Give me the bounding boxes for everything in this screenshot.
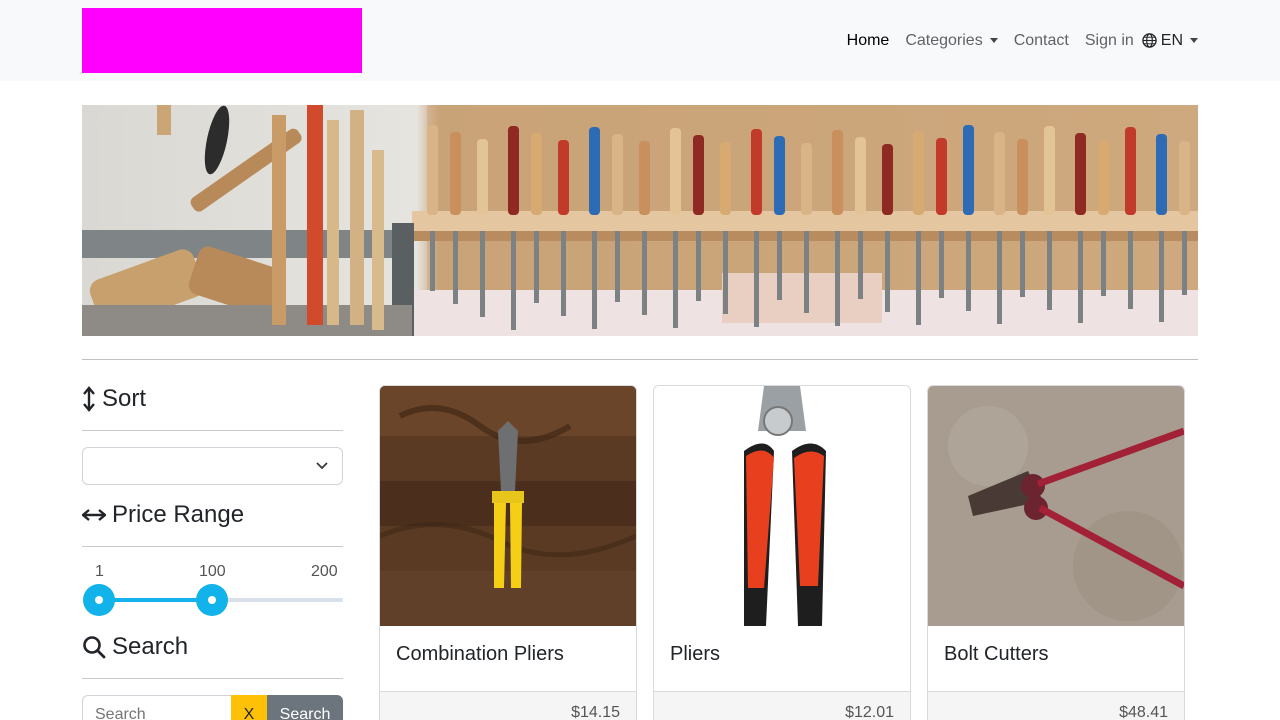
price-slider-min-handle[interactable] bbox=[83, 584, 115, 616]
chevron-down-icon bbox=[989, 38, 998, 43]
section-divider bbox=[82, 359, 1198, 360]
search-heading: Search bbox=[82, 633, 188, 661]
globe-icon bbox=[1142, 33, 1157, 48]
price-max-label: 200 bbox=[311, 563, 338, 580]
sort-heading: Sort bbox=[82, 385, 146, 413]
nav-contact[interactable]: Contact bbox=[1006, 32, 1077, 50]
navbar: Home Categories Contact Sign in EN bbox=[0, 0, 1280, 81]
price-min-label: 1 bbox=[95, 563, 104, 580]
search-title: Search bbox=[112, 633, 189, 660]
nav-menu: Home Categories Contact Sign in EN bbox=[839, 0, 1198, 81]
divider bbox=[82, 430, 343, 431]
divider bbox=[82, 678, 343, 679]
chevron-down-icon bbox=[316, 462, 328, 470]
arrows-vertical-icon bbox=[83, 386, 95, 412]
nav-home[interactable]: Home bbox=[839, 32, 898, 50]
product-image bbox=[928, 386, 1184, 626]
product-card[interactable]: Bolt Cutters $48.41 bbox=[927, 385, 1185, 720]
product-footer: $48.41 bbox=[928, 691, 1184, 720]
price-range-heading: Price Range bbox=[82, 501, 244, 529]
sort-select[interactable] bbox=[82, 447, 343, 485]
price-range-title: Price Range bbox=[112, 501, 245, 528]
product-card[interactable]: Combination Pliers $14.15 bbox=[379, 385, 637, 720]
product-name: Pliers bbox=[670, 643, 721, 665]
nav-categories-label: Categories bbox=[905, 31, 983, 49]
price-slider-selection bbox=[98, 598, 212, 602]
divider bbox=[82, 546, 343, 547]
price-slider-max-handle[interactable] bbox=[196, 584, 228, 616]
hero-banner-image bbox=[82, 105, 1198, 336]
sort-title: Sort bbox=[102, 385, 147, 412]
price-current-label: 100 bbox=[199, 563, 226, 580]
product-price: $12.01 bbox=[845, 704, 894, 720]
product-name: Bolt Cutters bbox=[944, 643, 1049, 665]
nav-signin[interactable]: Sign in bbox=[1077, 32, 1142, 50]
search-button[interactable]: Search bbox=[267, 695, 343, 720]
arrows-horizontal-icon bbox=[82, 509, 106, 521]
nav-categories[interactable]: Categories bbox=[897, 32, 1005, 50]
chevron-down-icon bbox=[1190, 38, 1198, 43]
product-name: Combination Pliers bbox=[396, 643, 564, 665]
language-selector[interactable]: EN bbox=[1142, 32, 1198, 50]
product-image bbox=[654, 386, 910, 626]
search-form: X Search bbox=[82, 695, 343, 720]
search-input[interactable] bbox=[82, 695, 231, 720]
product-footer: $12.01 bbox=[654, 691, 910, 720]
logo[interactable] bbox=[82, 8, 362, 73]
product-price: $48.41 bbox=[1119, 704, 1168, 720]
search-icon bbox=[83, 636, 106, 659]
language-label: EN bbox=[1160, 31, 1183, 49]
product-card[interactable]: Pliers $12.01 bbox=[653, 385, 911, 720]
clear-search-button[interactable]: X bbox=[231, 695, 267, 720]
product-footer: $14.15 bbox=[380, 691, 636, 720]
product-price: $14.15 bbox=[571, 704, 620, 720]
product-image bbox=[380, 386, 636, 626]
